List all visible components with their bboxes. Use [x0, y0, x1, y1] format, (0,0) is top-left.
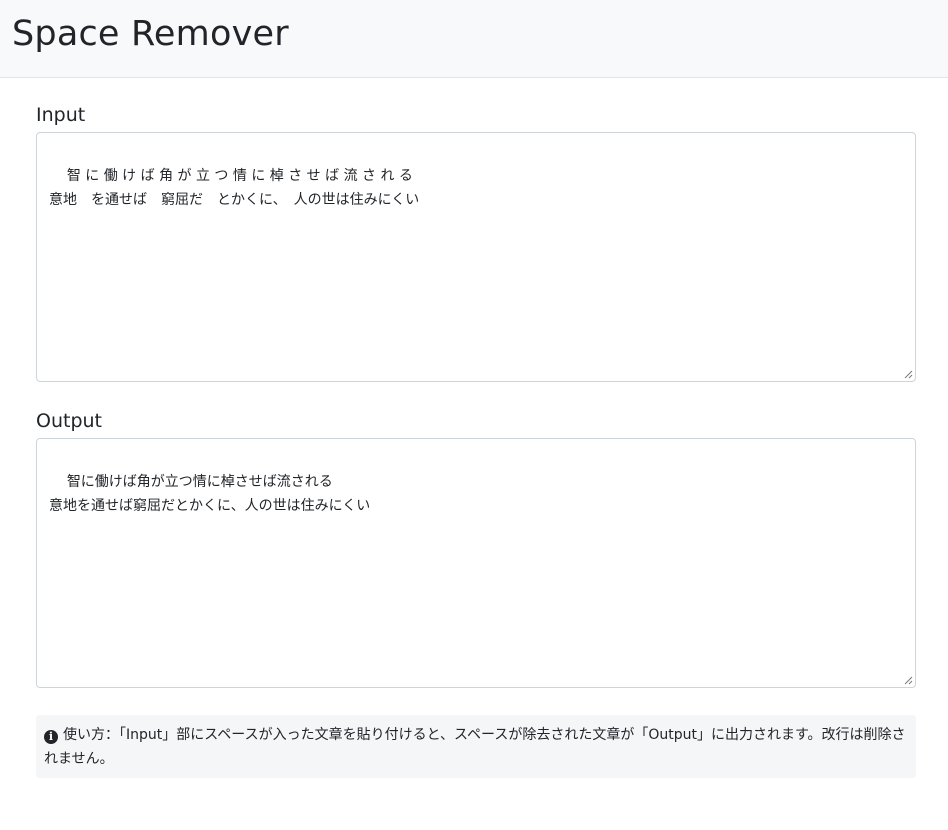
input-textarea[interactable]: 智 に 働 け ば 角 が 立 つ 情 に 棹 さ せ ば 流 さ れ る 意地…: [36, 132, 916, 382]
input-label: Input: [36, 104, 86, 126]
input-section: Input 智 に 働 け ば 角 が 立 つ 情 に 棹 さ せ ば 流 さ …: [36, 104, 916, 382]
output-section: Output 智に働けば角が立つ情に棹させば流される 意地を通せば窮屈だとかくに…: [36, 410, 916, 688]
page-title: Space Remover: [12, 14, 289, 54]
output-text: 智に働けば角が立つ情に棹させば流される 意地を通せば窮屈だとかくに、人の世は住み…: [49, 474, 371, 514]
input-text: 智 に 働 け ば 角 が 立 つ 情 に 棹 さ せ ば 流 さ れ る 意地…: [49, 168, 420, 208]
usage-info-text: 使い方：「Input」部にスペースが入った文章を貼り付けると、スペースが除去され…: [44, 727, 906, 767]
output-label: Output: [36, 410, 102, 432]
output-textarea[interactable]: 智に働けば角が立つ情に棹させば流される 意地を通せば窮屈だとかくに、人の世は住み…: [36, 438, 916, 688]
page-header: Space Remover: [0, 0, 948, 78]
resize-grip-icon[interactable]: [904, 370, 913, 379]
resize-grip-icon[interactable]: [904, 676, 913, 685]
usage-info-box: i 使い方：「Input」部にスペースが入った文章を貼り付けると、スペースが除去さ…: [36, 715, 916, 778]
info-circle-icon: i: [44, 730, 58, 744]
